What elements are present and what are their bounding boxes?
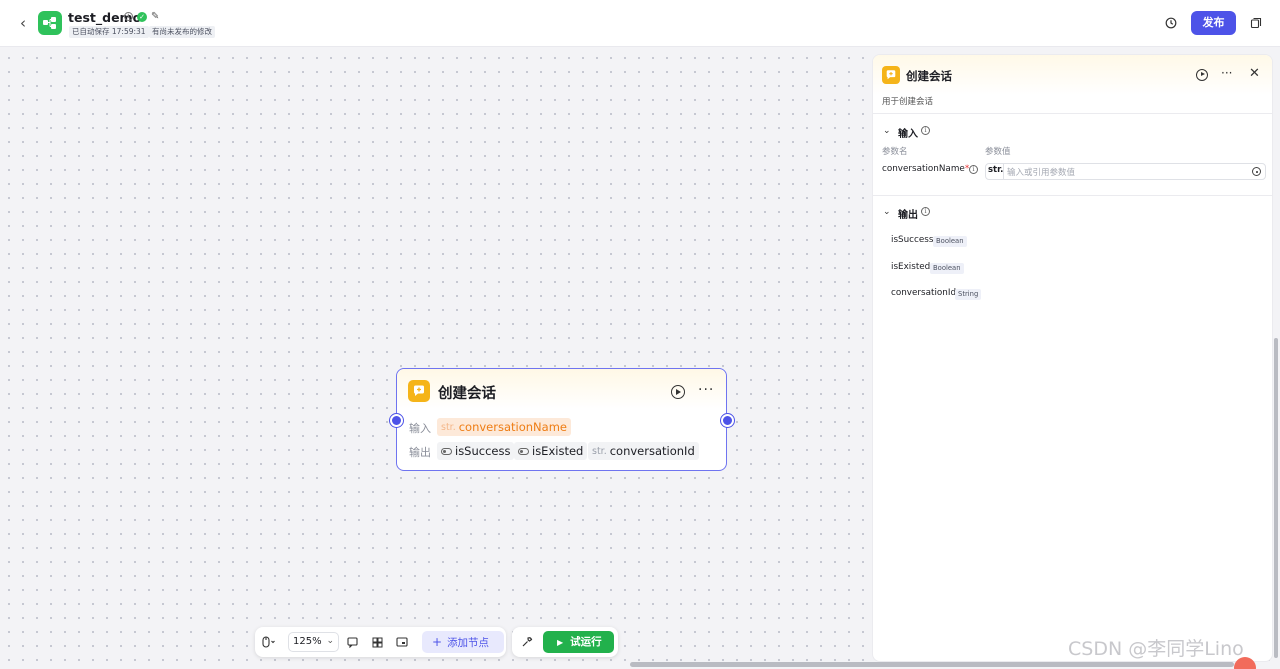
node-config-panel: 创建会话 ··· ✕ 用于创建会话 ⌄ 输入 i 参数名 参数值 convers… <box>872 54 1273 662</box>
type-label: str. <box>592 445 607 457</box>
layout-icon[interactable] <box>370 635 384 649</box>
add-node-label: 添加节点 <box>447 637 490 649</box>
param-name-header: 参数名 <box>882 147 908 157</box>
test-run-label: 试运行 <box>570 636 602 648</box>
edit-icon[interactable]: ✎ <box>151 11 159 22</box>
panel-description: 用于创建会话 <box>882 97 934 107</box>
output-param-name: isSuccess <box>891 235 934 245</box>
boolean-icon <box>441 447 452 455</box>
panel-scrollbar[interactable] <box>1274 338 1278 658</box>
node-output-chip: str. conversationId <box>588 442 699 460</box>
input-param-name: conversationName* <box>882 164 969 174</box>
info-icon[interactable]: i <box>921 207 930 216</box>
info-icon[interactable]: i <box>124 12 133 21</box>
create-conversation-node[interactable]: 创建会话 ··· 输入 str. conversationName 输出 isS… <box>396 368 727 471</box>
variable-reference-icon[interactable] <box>1252 167 1261 176</box>
test-run-button[interactable]: ▶ 试运行 <box>543 631 614 653</box>
add-node-button[interactable]: + 添加节点 <box>422 631 504 653</box>
back-arrow-icon[interactable]: ‹ <box>14 14 32 32</box>
unpublished-tag: 有尚未发布的修改 <box>149 26 215 38</box>
canvas-toolbar: 125% ⌄ + 添加节点 <box>255 627 506 657</box>
output-param-name: conversationId <box>891 288 957 298</box>
param-name: isExisted <box>532 444 584 458</box>
info-icon[interactable]: i <box>969 165 978 174</box>
output-param-name: isExisted <box>891 262 931 272</box>
node-output-chip: isExisted <box>514 442 588 460</box>
play-icon[interactable] <box>671 385 685 399</box>
output-type-badge: String <box>955 289 982 300</box>
param-value-input[interactable]: str. 输入或引用参数值 <box>985 163 1266 180</box>
workflow-app-icon <box>38 11 62 35</box>
run-toolbar: ▶ 试运行 <box>512 627 618 657</box>
check-circle-icon: ✓ <box>137 12 147 22</box>
play-icon[interactable] <box>1196 69 1208 81</box>
node-output-port[interactable] <box>721 414 734 427</box>
comment-icon[interactable] <box>345 635 359 649</box>
output-section-title: 输出 <box>898 210 918 221</box>
divider <box>873 113 1272 114</box>
param-name: conversationName <box>458 420 567 434</box>
output-type-badge: Boolean <box>930 263 964 274</box>
mouse-mode-icon[interactable] <box>262 635 276 649</box>
boolean-icon <box>518 447 529 455</box>
history-icon[interactable] <box>1162 14 1180 32</box>
param-name: conversationId <box>609 444 695 458</box>
node-input-port[interactable] <box>390 414 403 427</box>
param-name-text: conversationName <box>882 164 965 174</box>
node-output-chip: isSuccess <box>437 442 515 460</box>
param-name: isSuccess <box>455 444 511 458</box>
node-title: 创建会话 <box>438 386 496 402</box>
play-icon: ▶ <box>557 638 564 647</box>
info-icon[interactable]: i <box>921 126 930 135</box>
output-type-badge: Boolean <box>933 236 967 247</box>
node-input-chip: str. conversationName <box>437 418 571 436</box>
publish-button[interactable]: 发布 <box>1191 11 1236 35</box>
type-label: str. <box>441 421 456 433</box>
chevron-down-icon[interactable]: ⌄ <box>883 126 891 136</box>
conversation-node-icon <box>408 380 430 402</box>
copy-icon[interactable] <box>1247 14 1265 32</box>
top-bar: ‹ test_demo i ✓ ✎ 已自动保存 17:59:31 有尚未发布的修… <box>0 0 1280 47</box>
more-icon[interactable]: ··· <box>1221 66 1232 80</box>
panel-title: 创建会话 <box>906 69 952 83</box>
more-icon[interactable]: ··· <box>698 382 714 398</box>
zoom-value: 125% <box>293 636 322 647</box>
param-value-placeholder: 输入或引用参数值 <box>1007 168 1076 178</box>
type-label[interactable]: str. <box>988 165 1003 175</box>
node-output-label: 输出 <box>409 446 431 459</box>
debug-tool-icon[interactable] <box>520 635 534 649</box>
zoom-select[interactable]: 125% ⌄ <box>288 632 339 652</box>
watermark: CSDN @李同学Lino <box>1068 638 1244 660</box>
close-icon[interactable]: ✕ <box>1249 66 1260 81</box>
minimap-icon[interactable] <box>395 635 409 649</box>
autosave-tag: 已自动保存 17:59:31 <box>69 26 149 38</box>
plus-icon: + <box>432 635 443 649</box>
chevron-down-icon: ⌄ <box>326 636 334 646</box>
chevron-down-icon[interactable]: ⌄ <box>883 207 891 217</box>
node-input-label: 输入 <box>409 422 431 435</box>
param-value-header: 参数值 <box>985 147 1011 157</box>
divider <box>873 195 1272 196</box>
canvas-horizontal-scrollbar[interactable] <box>630 662 1234 667</box>
input-section-title: 输入 <box>898 129 918 140</box>
conversation-node-icon <box>882 66 900 84</box>
